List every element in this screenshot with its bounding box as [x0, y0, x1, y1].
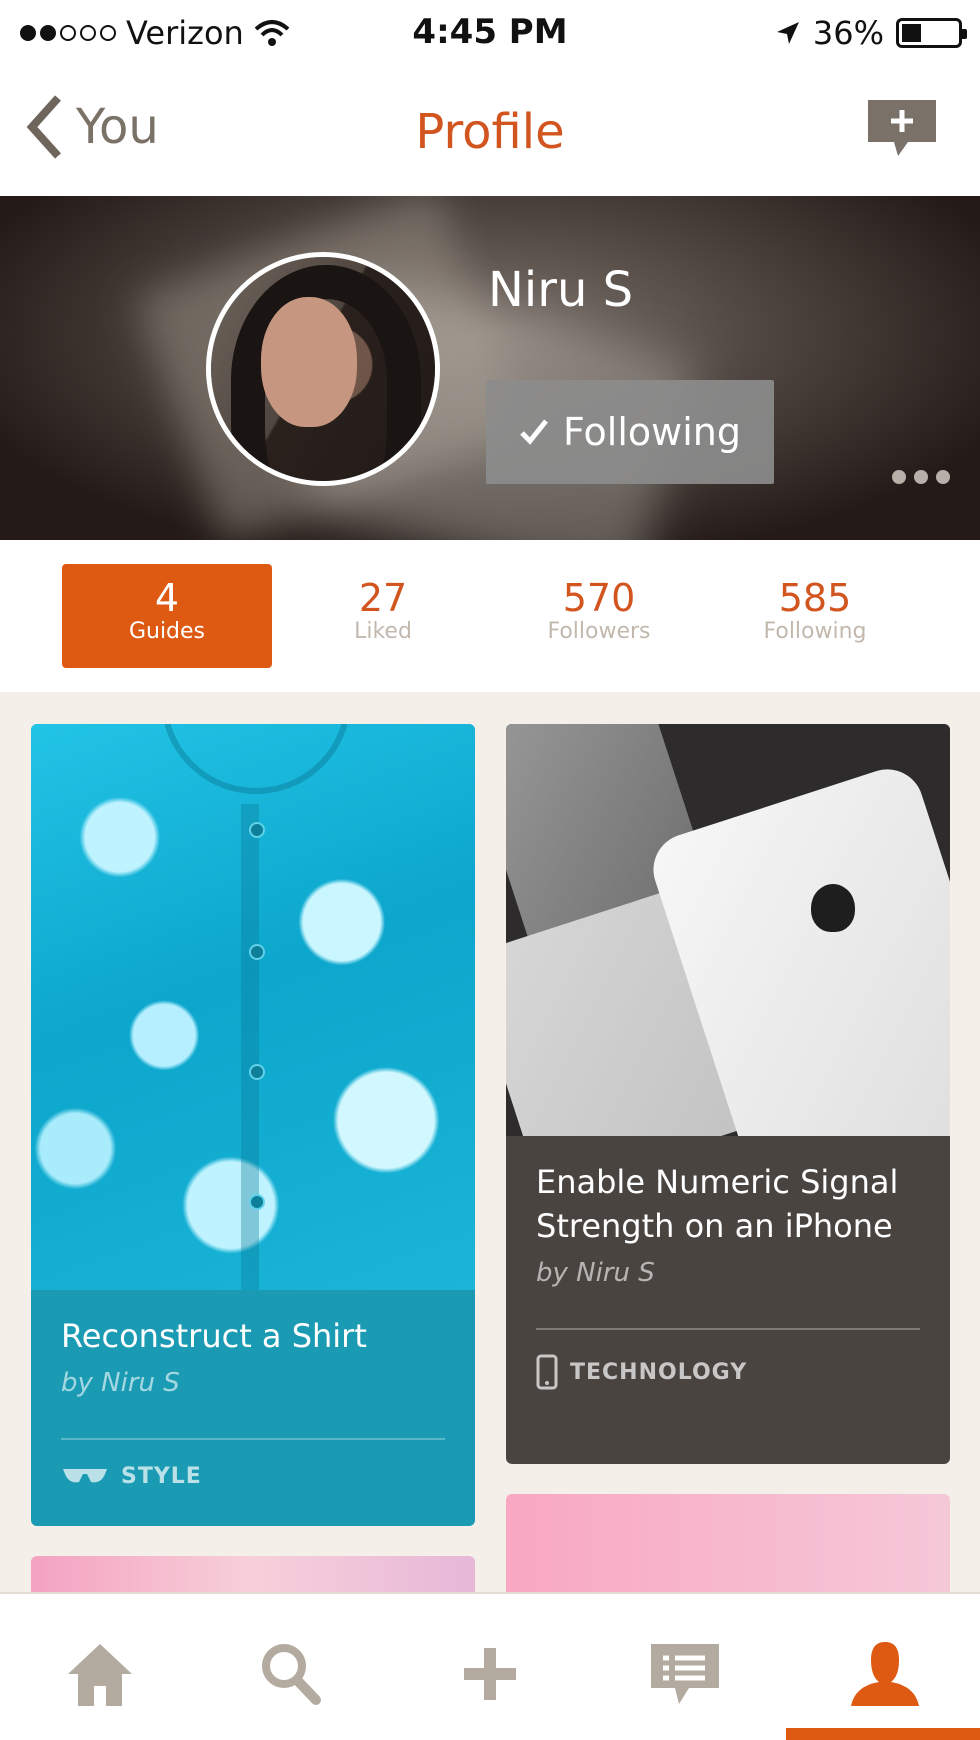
tab-bar — [0, 1592, 980, 1740]
tab-search[interactable] — [250, 1634, 330, 1714]
category-label: STYLE — [121, 1464, 202, 1489]
guide-title: Enable Numeric Signal Strength on an iPh… — [536, 1163, 899, 1245]
stat-label: Guides — [128, 619, 206, 644]
category-label: TECHNOLOGY — [570, 1359, 748, 1385]
page-title: Profile — [415, 104, 565, 160]
guide-card-partial[interactable] — [31, 1556, 475, 1592]
category-tag[interactable]: STYLE — [61, 1464, 445, 1489]
guide-author: by Niru S — [536, 1258, 655, 1288]
guide-card-technology[interactable]: Enable Numeric Signal Strength on an iPh… — [506, 724, 950, 1464]
active-tab-indicator — [786, 1728, 980, 1740]
stat-value: 4 — [154, 576, 180, 620]
search-icon — [262, 1644, 321, 1705]
stat-following[interactable]: 585 Following — [710, 564, 920, 668]
sunglasses-icon — [63, 1468, 107, 1482]
guide-image — [31, 724, 475, 1290]
tab-messages[interactable] — [645, 1634, 725, 1714]
messages-icon — [651, 1644, 719, 1704]
guide-title: Reconstruct a Shirt — [61, 1317, 367, 1355]
avatar[interactable] — [206, 252, 440, 486]
stat-guides[interactable]: 4 Guides — [62, 564, 272, 668]
check-icon — [520, 419, 548, 445]
following-button[interactable]: Following — [486, 380, 774, 484]
following-label: Following — [563, 410, 741, 454]
stat-value: 570 — [562, 576, 636, 620]
profile-stats: 4 Guides 27 Liked 570 Followers 585 Foll… — [0, 540, 980, 692]
plus-icon — [464, 1648, 516, 1700]
guide-card-style[interactable]: Reconstruct a Shirt by Niru S STYLE — [31, 724, 475, 1526]
stat-label: Followers — [547, 619, 651, 644]
battery-percent: 36% — [812, 14, 884, 52]
more-options-icon[interactable] — [892, 470, 950, 484]
guide-author: by Niru S — [61, 1368, 180, 1398]
stat-followers[interactable]: 570 Followers — [494, 564, 704, 668]
tab-profile[interactable] — [845, 1634, 925, 1714]
tab-home[interactable] — [60, 1634, 140, 1714]
divider — [536, 1328, 920, 1330]
nav-bar: You Profile — [0, 64, 980, 196]
status-bar: Verizon 4:45 PM 36% — [0, 0, 980, 64]
tab-create[interactable] — [450, 1634, 530, 1714]
profile-header: Niru S Following — [0, 196, 980, 540]
battery-icon — [896, 18, 967, 48]
stat-label: Liked — [354, 619, 412, 644]
stat-value: 27 — [358, 576, 408, 620]
guides-feed: Reconstruct a Shirt by Niru S STYLE Enab… — [0, 692, 980, 1592]
stat-label: Following — [763, 619, 867, 644]
phone-icon — [536, 1354, 558, 1390]
guide-card-partial[interactable] — [506, 1494, 950, 1592]
guide-image — [506, 724, 950, 1136]
location-arrow-icon — [776, 22, 799, 44]
divider — [61, 1438, 445, 1440]
category-tag[interactable]: TECHNOLOGY — [536, 1354, 920, 1390]
profile-name: Niru S — [488, 262, 634, 318]
new-message-icon[interactable] — [864, 96, 940, 160]
stat-liked[interactable]: 27 Liked — [278, 564, 488, 668]
home-icon — [68, 1644, 132, 1706]
stat-value: 585 — [778, 576, 852, 620]
status-right: 36% — [775, 14, 967, 52]
profile-icon — [851, 1642, 919, 1706]
